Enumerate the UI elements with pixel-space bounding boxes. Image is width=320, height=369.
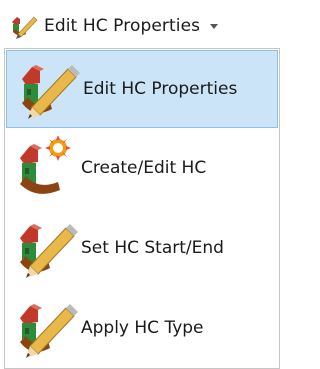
split-button-label: Edit HC Properties bbox=[44, 16, 201, 36]
menu-item-apply-hc-type[interactable]: Apply HC Type bbox=[5, 288, 279, 368]
menu-item-label: Apply HC Type bbox=[81, 318, 204, 338]
edit-hc-properties-split-button[interactable]: Edit HC Properties bbox=[4, 4, 282, 48]
edit-pencil-icon bbox=[13, 54, 83, 124]
create-hc-icon bbox=[11, 133, 81, 203]
menu-item-label: Set HC Start/End bbox=[81, 238, 224, 258]
menu-item-label: Create/Edit HC bbox=[81, 158, 207, 178]
menu-item-label: Edit HC Properties bbox=[83, 79, 238, 99]
apply-type-icon bbox=[11, 293, 81, 363]
menu-item-create-edit-hc[interactable]: Create/Edit HC bbox=[5, 128, 279, 208]
menu-item-set-hc-start-end[interactable]: Set HC Start/End bbox=[5, 208, 279, 288]
edit-pencil-icon bbox=[4, 4, 44, 48]
menu-item-edit-hc-properties[interactable]: Edit HC Properties bbox=[6, 50, 278, 128]
set-start-end-icon bbox=[11, 213, 81, 283]
dropdown-menu: Edit HC Properties Create/Edit HC Set HC… bbox=[4, 48, 280, 369]
chevron-down-icon[interactable] bbox=[210, 23, 219, 29]
